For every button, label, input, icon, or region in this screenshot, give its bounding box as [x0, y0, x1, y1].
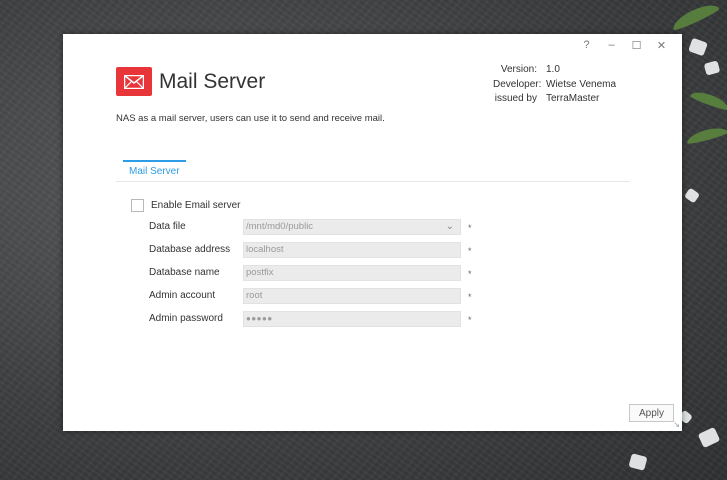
tab-bar: Mail Server	[116, 160, 630, 182]
window-controls: ? – ☐ ✕	[574, 37, 674, 53]
chevron-down-icon: ⌄	[445, 221, 454, 232]
required-marker: *	[468, 292, 472, 302]
required-marker: *	[468, 246, 472, 256]
enable-email-row: Enable Email server	[131, 199, 240, 212]
help-button[interactable]: ?	[574, 37, 599, 53]
app-info: Version: 1.0 Developer: Wietse Venema is…	[493, 63, 616, 107]
data-file-select[interactable]: /mnt/md0/public ⌄	[243, 219, 461, 235]
database-address-input[interactable]: localhost	[243, 242, 461, 258]
database-name-input[interactable]: postfix	[243, 265, 461, 281]
admin-account-label: Admin account	[149, 290, 216, 301]
database-name-label: Database name	[149, 267, 220, 278]
close-button[interactable]: ✕	[649, 37, 674, 53]
app-description: NAS as a mail server, users can use it t…	[116, 113, 385, 124]
enable-email-label: Enable Email server	[151, 200, 241, 211]
data-file-label: Data file	[149, 221, 186, 232]
admin-password-input[interactable]: ●●●●●	[243, 311, 461, 327]
admin-password-label: Admin password	[149, 313, 223, 324]
required-marker: *	[468, 223, 472, 233]
mail-server-window: ? – ☐ ✕ Mail Server Version: 1.0 Develop…	[63, 34, 682, 431]
apply-button[interactable]: Apply	[629, 404, 674, 422]
developer-label: Developer:	[493, 78, 542, 90]
admin-account-input[interactable]: root	[243, 288, 461, 304]
required-marker: *	[468, 269, 472, 279]
required-marker: *	[468, 315, 472, 325]
developer-value: Wietse Venema	[546, 78, 617, 90]
database-address-label: Database address	[149, 244, 231, 255]
maximize-button[interactable]: ☐	[624, 37, 649, 53]
tab-mail-server[interactable]: Mail Server	[123, 160, 186, 182]
enable-email-checkbox[interactable]	[131, 199, 144, 212]
data-file-value: /mnt/md0/public	[246, 221, 314, 232]
version-label: Version:	[500, 64, 537, 75]
envelope-icon	[116, 67, 152, 96]
issued-by-label: issued by	[494, 93, 537, 104]
version-value: 1.0	[546, 64, 560, 75]
minimize-button[interactable]: –	[599, 37, 624, 53]
issued-by-value: TerraMaster	[546, 93, 600, 104]
resize-grip-icon[interactable]: ↘	[673, 420, 680, 429]
app-title: Mail Server	[159, 70, 266, 93]
